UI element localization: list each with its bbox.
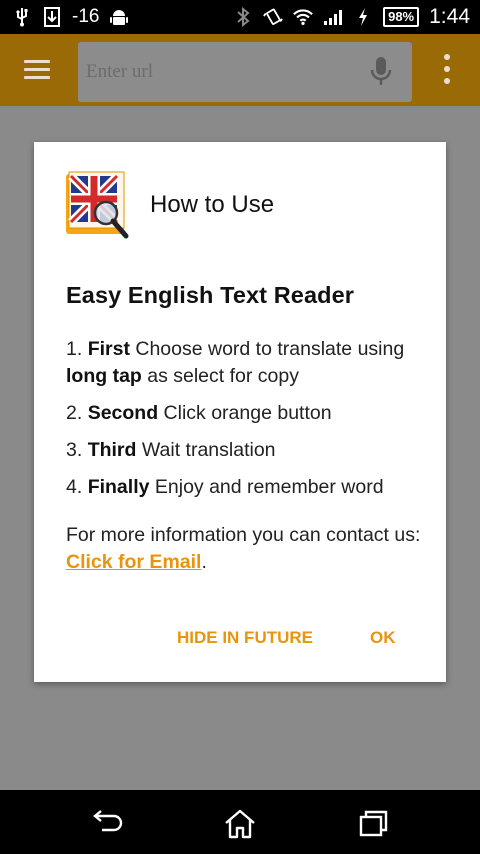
overflow-menu-icon[interactable] (442, 54, 452, 88)
url-input[interactable] (84, 56, 348, 88)
battery-level: 98% (383, 7, 420, 27)
dialog-header: How to Use (66, 170, 274, 240)
wifi-icon (293, 7, 313, 27)
step-item: 1. First Choose word to translate using … (66, 338, 405, 387)
usb-icon (12, 7, 32, 27)
step-item: 3. Third Wait translation (66, 439, 276, 461)
status-bar: -16 98% 1:44 (0, 0, 480, 34)
step-item: 2. Second Click orange button (66, 402, 332, 424)
recents-icon[interactable] (357, 808, 391, 838)
back-icon[interactable] (90, 808, 124, 838)
charging-icon (353, 7, 373, 27)
bluetooth-icon (233, 7, 253, 27)
url-bar[interactable] (78, 42, 412, 102)
app-bar (0, 34, 480, 106)
instruction-steps: 1. First Choose word to translate using … (66, 336, 426, 511)
email-link[interactable]: Click for Email (66, 551, 201, 573)
step-item: 4. Finally Enjoy and remember word (66, 476, 384, 498)
signal-label: -16 (72, 6, 100, 27)
app-name-heading: Easy English Text Reader (66, 282, 354, 308)
navigation-bar (0, 790, 480, 854)
mic-icon[interactable] (370, 56, 392, 88)
home-icon[interactable] (223, 808, 257, 839)
vibrate-icon (263, 7, 283, 27)
hide-in-future-button[interactable]: HIDE IN FUTURE (177, 628, 313, 648)
screenshot-icon (42, 7, 62, 27)
android-icon (109, 7, 129, 27)
cell-signal-icon (323, 7, 343, 27)
app-logo-icon (66, 170, 132, 240)
ok-button[interactable]: OK (370, 628, 396, 648)
clock: 1:44 (429, 5, 470, 28)
contact-info: For more information you can contact us:… (66, 524, 421, 573)
how-to-use-dialog: How to Use Easy English Text Reader 1. F… (34, 142, 446, 682)
dialog-title: How to Use (150, 191, 275, 218)
menu-icon[interactable] (24, 60, 50, 80)
